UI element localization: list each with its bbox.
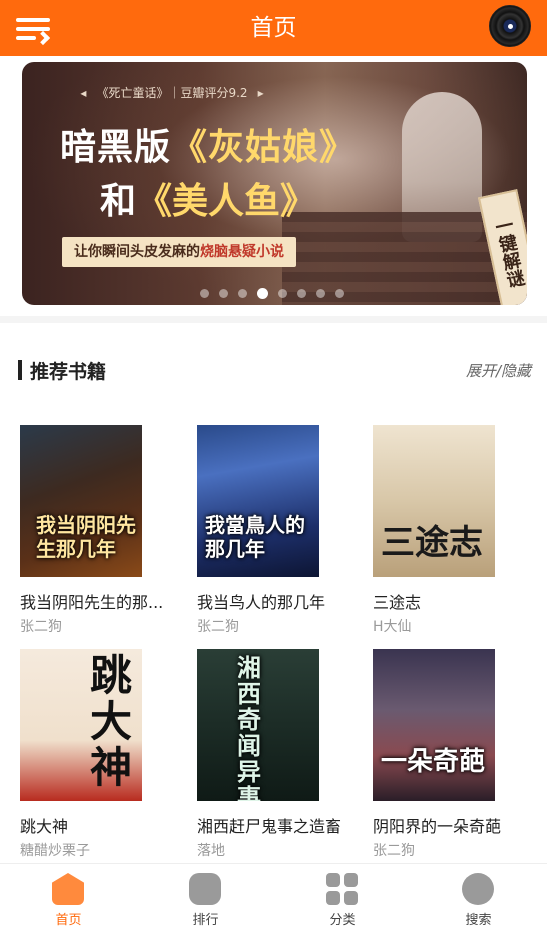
book-title[interactable]: 湘西赶尸鬼事之造畜 (197, 813, 365, 837)
banner-headline-1-highlight: 《灰姑娘》 (171, 127, 357, 168)
banner-tagline: 让你瞬间头皮发麻的烧脑悬疑小说 (62, 237, 296, 267)
book-cover-title: 跳大神 (90, 651, 133, 792)
book-title[interactable]: 我当鸟人的那几年 (197, 589, 365, 613)
vinyl-avatar-icon[interactable] (489, 5, 531, 47)
banner-subtitle: ◂ 《死亡童话》｜豆瓣评分9.2 ▸ (80, 86, 264, 100)
tab-home-label: 首页 (55, 913, 82, 928)
banner-area: ◂ 《死亡童话》｜豆瓣评分9.2 ▸ 暗黑版《灰姑娘》 和《美人鱼》 让你瞬间头皮发… (0, 56, 547, 316)
book-cover-title: 我当阴阳先生那几年 (36, 513, 136, 561)
book-cover[interactable]: 我當鳥人的那几年 (197, 425, 319, 577)
carousel-dot[interactable] (297, 289, 306, 298)
book-title[interactable]: 阴阳界的一朵奇葩 (373, 813, 541, 837)
book-cover-title: 三途志 (381, 523, 483, 563)
recommended-section: 推荐书籍 展开/隐藏 我当阴阳先生那几年 我当阴阳先生的那... 张二狗 我當鳥… (0, 323, 547, 863)
home-icon (52, 873, 84, 905)
banner-subtitle-score: 豆瓣评分9.2 (180, 86, 248, 100)
section-marker (18, 360, 22, 380)
banner-headline-2-highlight: 《美人鱼》 (136, 181, 317, 222)
banner-headline-1-text: 暗黑版 (60, 127, 172, 168)
book-cover-title: 一朵奇葩 (381, 747, 486, 777)
carousel-dot[interactable] (238, 289, 247, 298)
top-bar: 首页 (0, 0, 547, 56)
page-title: 首页 (250, 15, 297, 41)
book-author: 落地 (197, 843, 225, 859)
promo-banner[interactable]: ◂ 《死亡童话》｜豆瓣评分9.2 ▸ 暗黑版《灰姑娘》 和《美人鱼》 让你瞬间头皮发… (22, 62, 527, 305)
carousel-dot-active[interactable] (257, 288, 268, 299)
section-title: 推荐书籍 (30, 361, 107, 383)
book-author: 张二狗 (20, 619, 62, 635)
search-icon (462, 873, 494, 905)
book-title[interactable]: 三途志 (373, 589, 541, 613)
left-triangle-icon: ◂ (80, 86, 87, 100)
carousel-dot[interactable] (316, 289, 325, 298)
book-cover-title: 湘西奇闻异事 (237, 654, 261, 801)
book-title[interactable]: 我当阴阳先生的那... (20, 589, 188, 613)
banner-subtitle-book: 《死亡童话》 (96, 86, 169, 100)
book-author: 张二狗 (373, 843, 415, 859)
right-triangle-icon: ▸ (257, 86, 264, 100)
tab-category[interactable]: 分类 (274, 864, 411, 935)
book-cover-title: 我當鳥人的那几年 (205, 513, 305, 561)
banner-headline-2-text: 和 (100, 181, 137, 222)
carousel-dot[interactable] (219, 289, 228, 298)
book-cover[interactable]: 跳大神 (20, 649, 142, 801)
tab-search[interactable]: 搜索 (410, 864, 547, 935)
tab-category-label: 分类 (329, 913, 356, 928)
tab-rank-label: 排行 (192, 913, 219, 928)
book-cover[interactable]: 三途志 (373, 425, 495, 577)
book-cover[interactable]: 湘西奇闻异事 (197, 649, 319, 801)
banner-headline-2: 和《美人鱼》 (100, 172, 316, 224)
tab-search-label: 搜索 (465, 913, 492, 928)
rank-icon (189, 873, 221, 905)
category-icon (326, 873, 358, 905)
banner-headline-1: 暗黑版《灰姑娘》 (60, 118, 356, 170)
book-author: 糖醋炒栗子 (20, 843, 90, 859)
book-cover[interactable]: 一朵奇葩 (373, 649, 495, 801)
book-cover[interactable]: 我当阴阳先生那几年 (20, 425, 142, 577)
carousel-dots (200, 283, 354, 299)
tab-rank[interactable]: 排行 (137, 864, 274, 935)
book-title[interactable]: 跳大神 (20, 813, 188, 837)
bottom-tab-bar: 首页 排行 分类 搜索 (0, 863, 547, 935)
carousel-dot[interactable] (200, 289, 209, 298)
carousel-dot[interactable] (278, 289, 287, 298)
banner-tagline-highlight: 烧脑悬疑小说 (200, 244, 284, 260)
carousel-dot[interactable] (335, 289, 344, 298)
tab-home[interactable]: 首页 (0, 864, 137, 935)
expand-collapse-toggle[interactable]: 展开/隐藏 (466, 360, 531, 381)
book-author: 张二狗 (197, 619, 239, 635)
banner-tagline-text: 让你瞬间头皮发麻的 (74, 244, 200, 260)
book-author: H大仙 (373, 619, 412, 635)
